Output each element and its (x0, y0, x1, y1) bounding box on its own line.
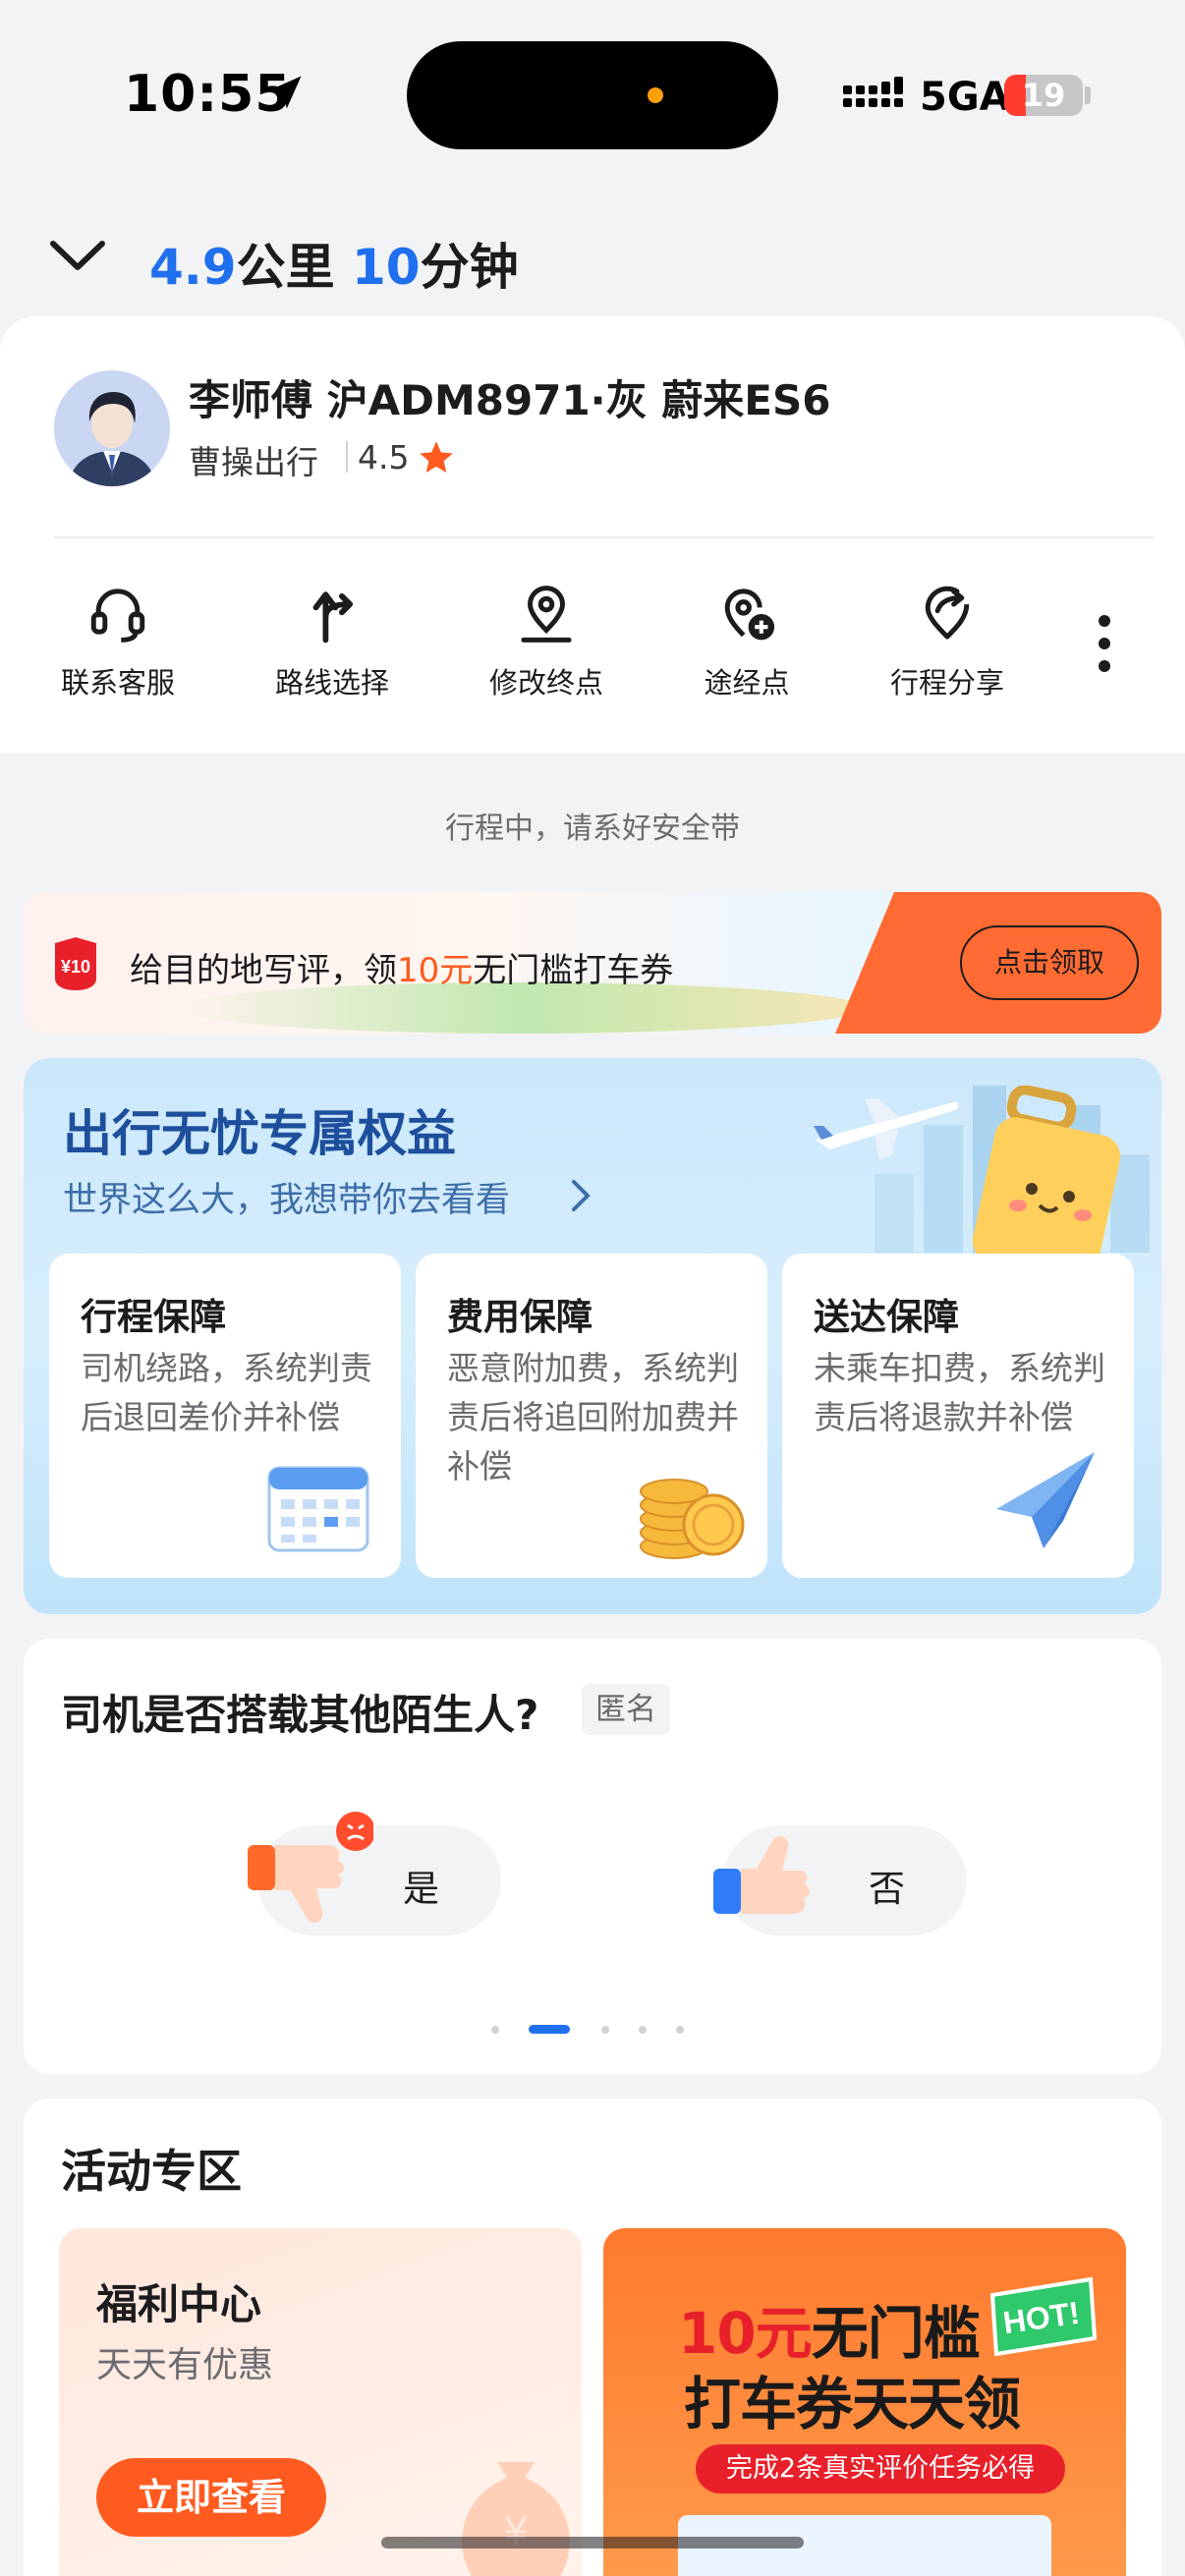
welfare-title: 福利中心 (96, 2280, 262, 2328)
benefit-card-desc: 司机绕路，系统判责后退回差价并补偿 (81, 1349, 372, 1436)
action-label: 联系客服 (60, 666, 175, 700)
coupon-headline-rest: 无门槛 (811, 2300, 981, 2367)
carousel-dot[interactable] (491, 2026, 499, 2034)
benefit-card-title: 送达保障 (814, 1296, 959, 1338)
view-now-button[interactable]: 立即查看 (96, 2458, 326, 2537)
share-location-icon (925, 586, 970, 640)
location-pin-icon (521, 586, 572, 643)
contact-support-button[interactable]: 联系客服 (20, 582, 216, 709)
dynamic-island (407, 41, 778, 149)
survey-question: 司机是否搭载其他陌生人? (61, 1691, 539, 1739)
banner-text-start: 给目的地写评，领 (130, 951, 397, 990)
banner-text-end: 无门槛打车券 (473, 951, 674, 990)
banner-amount: 10元 (397, 951, 474, 990)
action-label: 行程分享 (889, 666, 1004, 700)
anonymous-tag: 匿名 (582, 1684, 670, 1735)
suitcase-illustration (972, 1086, 1121, 1272)
network-type: 5GA (920, 75, 1010, 120)
claim-button[interactable]: 点击领取 (960, 925, 1139, 1000)
survey-no-label: 否 (869, 1868, 905, 1910)
trip-distance: 4.9 (149, 239, 237, 296)
activity-title: 活动专区 (61, 2145, 242, 2198)
add-stop-icon (724, 588, 775, 641)
add-stop-button[interactable]: 途经点 (649, 582, 845, 709)
carousel-dot[interactable] (639, 2026, 647, 2034)
privacy-indicator-dot (648, 87, 663, 103)
battery-percent: 19 (1021, 77, 1066, 114)
avatar-person-icon (54, 370, 170, 486)
location-arrow-icon (268, 76, 302, 109)
action-label: 路线选择 (274, 666, 389, 700)
coupon-subheadline: 打车券天天领 (684, 2371, 1021, 2437)
headset-icon (90, 588, 145, 643)
trip-duration-unit: 分钟 (420, 239, 519, 296)
more-options-icon[interactable] (1089, 609, 1120, 678)
coupon-badge-text: ¥10 (61, 957, 90, 977)
star-icon (420, 441, 453, 473)
welfare-subtitle: 天天有优惠 (96, 2345, 274, 2385)
coupon-badge-icon: ¥10 (55, 937, 96, 990)
airplane-illustration (814, 1098, 959, 1159)
banner-text: 给目的地写评，领10元无门槛打车券 (130, 943, 673, 991)
carousel-dot-active[interactable] (529, 2025, 570, 2034)
calendar-icon (267, 1466, 369, 1552)
chevron-right-icon[interactable] (568, 1176, 593, 1215)
action-label: 修改终点 (488, 666, 603, 700)
trip-summary: 4.9公里 10分钟 (149, 228, 519, 299)
benefit-card-title: 行程保障 (81, 1296, 226, 1338)
thumbs-up-icon (713, 1835, 810, 1914)
carousel-dot[interactable] (601, 2026, 609, 2034)
ride-company: 曹操出行 (189, 443, 318, 481)
benefit-card-title: 费用保障 (447, 1296, 592, 1338)
coupon-note: 完成2条真实评价任务必得 (696, 2444, 1065, 2493)
benefit-card-desc: 未乘车扣费，系统判责后将退款并补偿 (814, 1349, 1105, 1436)
carousel-dot[interactable] (676, 2026, 684, 2034)
benefits-title: 出行无忧专属权益 (63, 1105, 456, 1162)
trip-duration: 10 (352, 239, 421, 296)
paper-plane-icon (996, 1452, 1095, 1548)
trip-distance-unit: 公里 (236, 239, 335, 296)
share-trip-button[interactable]: 行程分享 (849, 582, 1045, 709)
signal-icon (843, 77, 903, 107)
coins-icon (640, 1479, 745, 1559)
route-icon (312, 591, 354, 644)
divider (346, 441, 348, 473)
route-select-button[interactable]: 路线选择 (234, 582, 430, 709)
trip-notice: 行程中，请系好安全带 (445, 812, 740, 846)
hot-badge-icon: HOT! (989, 2276, 1098, 2357)
thumbs-down-icon (248, 1812, 373, 1924)
chevron-down-icon[interactable] (49, 236, 106, 275)
survey-yes-label: 是 (403, 1868, 439, 1910)
action-label: 途经点 (704, 666, 790, 700)
coupon-amount: 10元 (678, 2300, 813, 2367)
money-bag-icon: ¥ (462, 2462, 570, 2576)
change-destination-button[interactable]: 修改终点 (448, 582, 645, 709)
driver-name-plate: 李师傅 沪ADM8971·灰 蔚来ES6 (189, 376, 831, 424)
home-indicator[interactable] (381, 2537, 804, 2548)
divider (54, 536, 1155, 538)
benefits-subtitle[interactable]: 世界这么大，我想带你去看看 (63, 1172, 510, 1222)
driver-rating: 4.5 (358, 438, 410, 476)
battery-cap (1085, 86, 1091, 104)
driver-avatar[interactable] (54, 370, 170, 486)
